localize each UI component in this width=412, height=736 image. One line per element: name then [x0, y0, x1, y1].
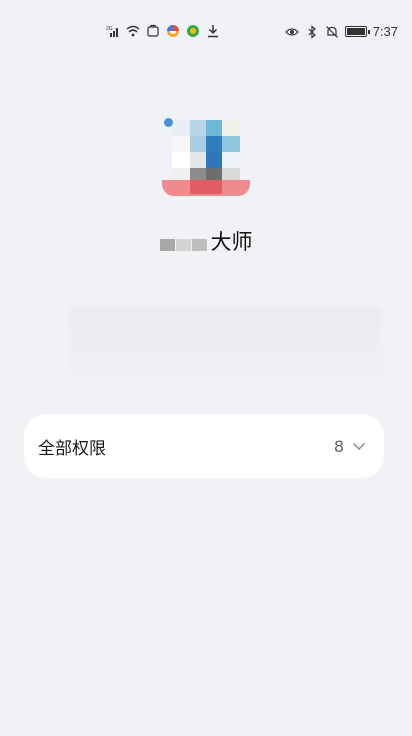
app-name: 大师	[210, 230, 253, 254]
permissions-count-group: 8	[334, 437, 366, 456]
clock-time: 7:37	[372, 24, 398, 39]
status-right-icons: 7:37	[284, 24, 398, 39]
app-name-row: 大师	[0, 226, 412, 256]
notification-app-icon	[147, 24, 159, 37]
all-permissions-label: 全部权限	[38, 438, 106, 459]
app-icon	[158, 114, 250, 198]
status-left-icons: 2G	[106, 24, 220, 38]
bluetooth-icon	[308, 24, 316, 39]
pin-icon	[164, 118, 173, 127]
all-permissions-row[interactable]: 全部权限 8	[24, 414, 384, 478]
redacted-name-block	[159, 231, 207, 251]
app-notification-color-icon	[167, 25, 179, 37]
svg-text:2G: 2G	[106, 26, 113, 32]
status-bar: 2G 7:37	[0, 0, 412, 64]
blurred-description	[70, 306, 382, 378]
app-notification-icon	[187, 25, 199, 37]
cellular-signal-icon: 2G	[106, 26, 118, 37]
app-details-screen: 2G 7:37 大师 全部权限 8	[0, 0, 412, 736]
eye-comfort-icon	[284, 27, 299, 36]
download-icon	[208, 25, 218, 38]
mute-bell-icon	[325, 25, 338, 38]
app-icon-mosaic	[158, 114, 250, 198]
wifi-icon	[126, 25, 140, 37]
permissions-count: 8	[333, 436, 344, 456]
battery-icon	[344, 26, 370, 37]
chevron-down-icon	[352, 442, 366, 451]
